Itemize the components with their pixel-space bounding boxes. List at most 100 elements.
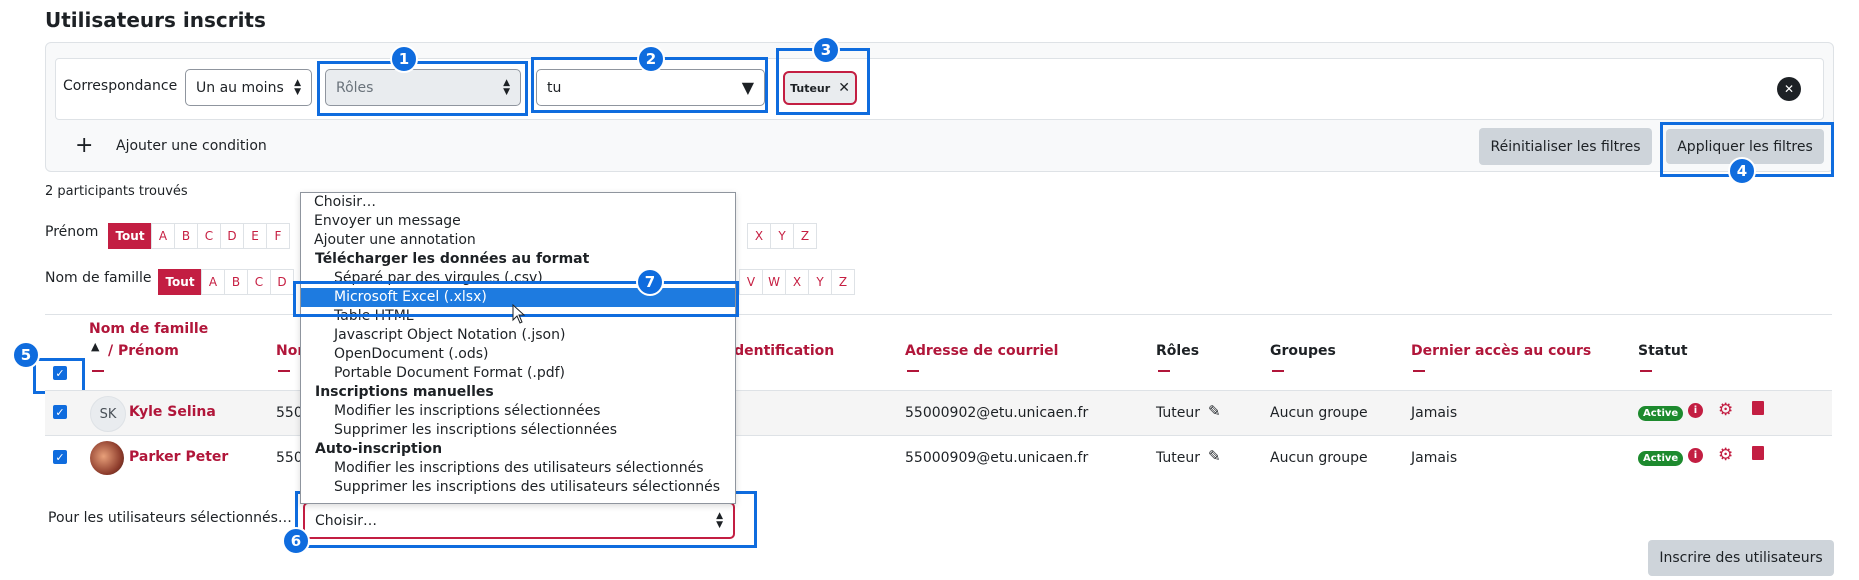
col-email-header[interactable]: Adresse de courriel xyxy=(905,343,1058,359)
user-name-link[interactable]: Kyle Selina xyxy=(129,404,216,420)
initial-letter[interactable]: Z xyxy=(831,269,855,295)
gear-icon[interactable]: ⚙ xyxy=(1718,445,1733,465)
lastname-initials-label: Nom de famille xyxy=(45,270,152,286)
initial-letter[interactable]: A xyxy=(151,223,175,249)
plus-icon[interactable]: + xyxy=(75,133,93,158)
hide-column-icon[interactable] xyxy=(907,370,919,372)
bulk-action-dropdown: Choisir… Envoyer un message Ajouter une … xyxy=(300,192,736,504)
email: 55000902@etu.unicaen.fr xyxy=(905,405,1089,421)
initial-letter[interactable]: V xyxy=(739,269,763,295)
bulk-action-select[interactable]: Choisir… ▲ ▼ xyxy=(303,502,735,539)
dropdown-option[interactable]: Portable Document Format (.pdf) xyxy=(301,364,735,383)
step-badge-2: 2 xyxy=(637,45,665,73)
value-input-text: tu xyxy=(547,79,562,96)
updown-icon: ▲ ▼ xyxy=(294,77,301,97)
dropdown-option[interactable]: Choisir… xyxy=(301,193,735,212)
hide-column-icon[interactable] xyxy=(1158,370,1170,372)
dropdown-option[interactable]: Envoyer un message xyxy=(301,212,735,231)
user-name-link[interactable]: Parker Peter xyxy=(129,449,228,465)
hide-column-icon[interactable] xyxy=(92,370,104,372)
initial-letter[interactable]: D xyxy=(220,223,244,249)
id-partial: 550 xyxy=(276,405,303,421)
col-id-header[interactable]: 'identification xyxy=(725,343,834,359)
role-chip[interactable]: Tuteur ✕ xyxy=(783,71,857,105)
type-select-value: Rôles xyxy=(336,79,374,96)
email: 55000909@etu.unicaen.fr xyxy=(905,450,1089,466)
firstname-initials-bar: Tout A B C D E F xyxy=(108,223,290,249)
col-status-header: Statut xyxy=(1638,343,1688,359)
reset-filters-button[interactable]: Réinitialiser les filtres xyxy=(1479,128,1652,165)
hide-column-icon[interactable] xyxy=(1272,370,1284,372)
match-label: Correspondance xyxy=(63,78,178,94)
initial-letter[interactable]: A xyxy=(201,269,225,295)
initial-letter[interactable]: D xyxy=(270,269,294,295)
dropdown-group-label: Télécharger les données au format xyxy=(315,251,590,267)
role-chip-label: Tuteur xyxy=(790,81,831,95)
initial-letter[interactable]: F xyxy=(266,223,290,249)
initial-letter[interactable]: B xyxy=(224,269,248,295)
enrol-users-button[interactable]: Inscrire des utilisateurs xyxy=(1648,540,1834,576)
add-condition-link[interactable]: Ajouter une condition xyxy=(116,138,267,154)
type-select[interactable]: Rôles ▲ ▼ xyxy=(325,69,521,106)
id-partial: 550 xyxy=(276,450,303,466)
initial-letter[interactable]: C xyxy=(197,223,221,249)
participants-count: 2 participants trouvés xyxy=(45,184,188,199)
lastname-initials-bar-right: V W X Y Z xyxy=(739,269,855,295)
firstname-initials-label: Prénom xyxy=(45,224,99,240)
match-select[interactable]: Un au moins ▲ ▼ xyxy=(185,69,312,106)
value-autocomplete[interactable]: tu ▼ xyxy=(536,69,765,106)
info-icon[interactable]: i xyxy=(1688,403,1703,418)
dropdown-option[interactable]: Modifier les inscriptions sélectionnées xyxy=(301,402,735,421)
pencil-icon[interactable]: ✎ xyxy=(1208,447,1221,465)
hide-column-icon[interactable] xyxy=(1413,370,1425,372)
step-badge-3: 3 xyxy=(812,36,840,64)
initial-letter[interactable]: X xyxy=(785,269,809,295)
row-checkbox[interactable]: ✓ xyxy=(53,450,67,464)
last-access: Jamais xyxy=(1411,450,1458,466)
initial-letter[interactable]: X xyxy=(747,223,771,249)
dropdown-option[interactable]: Ajouter une annotation xyxy=(301,231,735,250)
bulk-select-value: Choisir… xyxy=(315,512,378,529)
initial-letter[interactable]: Z xyxy=(793,223,817,249)
status-badge: Active xyxy=(1638,451,1684,466)
initial-letter[interactable]: C xyxy=(247,269,271,295)
trash-icon[interactable] xyxy=(1752,401,1764,415)
pencil-icon[interactable]: ✎ xyxy=(1208,402,1221,420)
trash-icon[interactable] xyxy=(1752,446,1764,460)
col-firstname-header[interactable]: / Prénom xyxy=(108,343,179,359)
dropdown-option[interactable]: Javascript Object Notation (.json) xyxy=(301,326,735,345)
close-icon[interactable]: ✕ xyxy=(838,80,850,96)
dropdown-option[interactable]: Supprimer les inscriptions sélectionnées xyxy=(301,421,735,440)
step-badge-1: 1 xyxy=(390,45,418,73)
col-lastaccess-header[interactable]: Dernier accès au cours xyxy=(1411,343,1591,359)
hide-column-icon[interactable] xyxy=(1640,370,1652,372)
dropdown-option[interactable]: Modifier les inscriptions des utilisateu… xyxy=(301,459,735,478)
col-groups-header: Groupes xyxy=(1270,343,1336,359)
select-all-checkbox[interactable]: ✓ xyxy=(53,366,67,380)
step-badge-6: 6 xyxy=(282,527,310,555)
initial-all-button[interactable]: Tout xyxy=(108,223,152,249)
avatar xyxy=(90,441,124,475)
initial-letter[interactable]: B xyxy=(174,223,198,249)
dropdown-group-label: Auto-inscription xyxy=(315,441,443,457)
initial-all-button[interactable]: Tout xyxy=(158,269,202,295)
dropdown-group-label: Inscriptions manuelles xyxy=(315,384,494,400)
info-icon[interactable]: i xyxy=(1688,448,1703,463)
dropdown-option[interactable]: Supprimer les inscriptions des utilisate… xyxy=(301,478,735,497)
avatar: SK xyxy=(90,396,126,432)
sort-asc-icon: ▲ xyxy=(91,340,100,353)
gear-icon[interactable]: ⚙ xyxy=(1718,400,1733,420)
step-badge-7: 7 xyxy=(636,268,664,296)
row-checkbox[interactable]: ✓ xyxy=(53,405,67,419)
step-badge-5: 5 xyxy=(12,341,40,369)
initial-letter[interactable]: Y xyxy=(808,269,832,295)
page-title: Utilisateurs inscrits xyxy=(45,8,266,32)
remove-row-icon[interactable]: ✕ xyxy=(1777,77,1801,101)
initial-letter[interactable]: Y xyxy=(770,223,794,249)
group: Aucun groupe xyxy=(1270,405,1368,421)
hide-column-icon[interactable] xyxy=(278,370,290,372)
col-lastname-header[interactable]: Nom de famille xyxy=(89,321,208,337)
initial-letter[interactable]: E xyxy=(243,223,267,249)
dropdown-option[interactable]: OpenDocument (.ods) xyxy=(301,345,735,364)
initial-letter[interactable]: W xyxy=(762,269,786,295)
